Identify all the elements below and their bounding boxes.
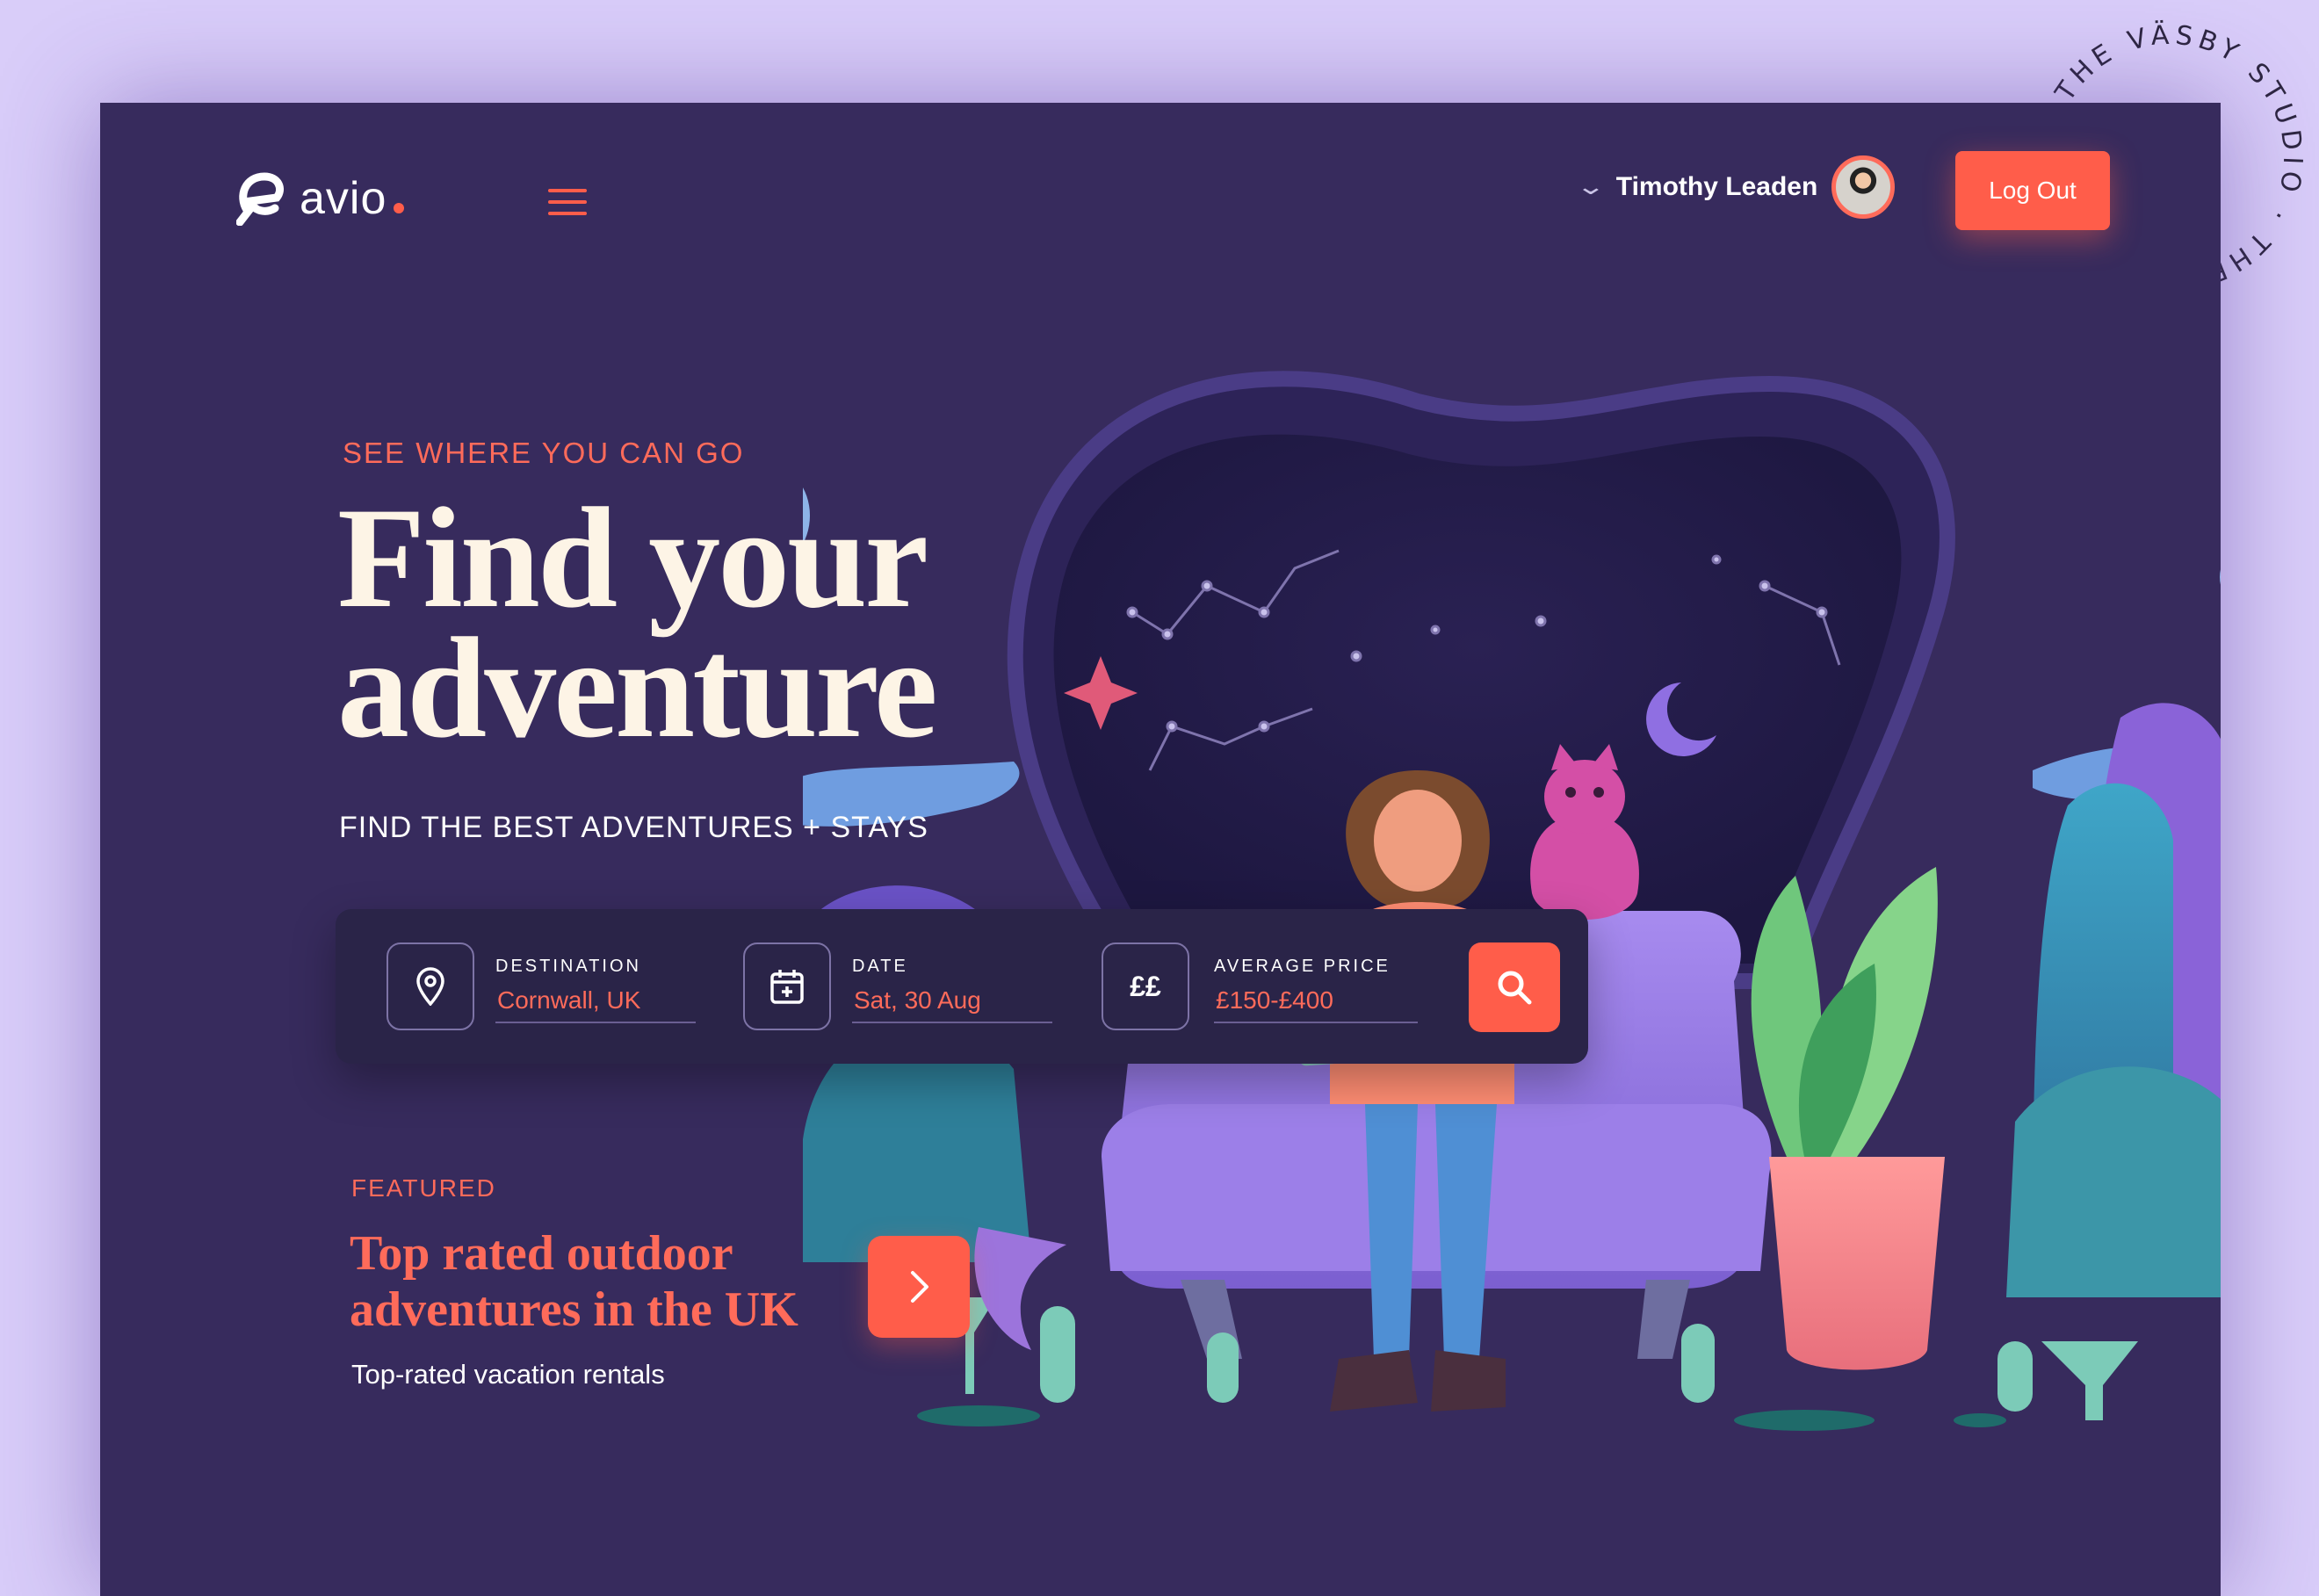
featured-eyebrow: FEATURED: [351, 1174, 496, 1202]
date-label: DATE: [852, 957, 908, 976]
user-menu[interactable]: ⌄ Timothy Leaden: [1575, 155, 1896, 219]
price-icon[interactable]: ££: [1102, 942, 1189, 1030]
search-bar: DESTINATION DATE ££ AVERAGE PRICE: [336, 909, 1588, 1064]
featured-subtitle: Top-rated vacation rentals: [351, 1359, 665, 1390]
featured-next-button[interactable]: [868, 1236, 970, 1338]
hero-illustration: [803, 371, 2221, 1431]
potted-plant: [1751, 867, 1945, 1370]
hamburger-menu-icon[interactable]: [548, 189, 587, 224]
brand-dot: [394, 203, 405, 213]
location-pin-icon[interactable]: [386, 942, 474, 1030]
user-name: Timothy Leaden: [1615, 172, 1818, 201]
date-input[interactable]: [852, 979, 1052, 1023]
search-icon: [1498, 971, 1532, 1005]
destination-input[interactable]: [495, 979, 696, 1023]
brand-logo[interactable]: avio: [236, 171, 405, 226]
price-icon-text: ££: [1130, 970, 1161, 1002]
hero-headline: Find your adventure: [337, 479, 938, 768]
calendar-add-icon[interactable]: [743, 942, 831, 1030]
brand-mark-icon: [236, 172, 284, 226]
avatar[interactable]: [1831, 155, 1896, 219]
search-button[interactable]: [1469, 942, 1560, 1032]
chevron-down-icon: ⌄: [1575, 174, 1607, 200]
destination-label: DESTINATION: [495, 957, 641, 976]
average-price-label: AVERAGE PRICE: [1214, 957, 1391, 976]
app-window: avio ⌄ Timothy Leaden Log Out SEE WHERE …: [100, 103, 2221, 1596]
average-price-input[interactable]: [1214, 979, 1418, 1023]
hero-subhead: FIND THE BEST ADVENTURES + STAYS: [339, 811, 928, 844]
chevron-right-icon: [911, 1271, 928, 1303]
brand-name: avio: [300, 173, 387, 224]
hero-eyebrow: SEE WHERE YOU CAN GO: [343, 437, 745, 469]
featured-title[interactable]: Top rated outdoor adventures in the UK: [350, 1225, 877, 1338]
logout-button[interactable]: Log Out: [1955, 151, 2110, 230]
